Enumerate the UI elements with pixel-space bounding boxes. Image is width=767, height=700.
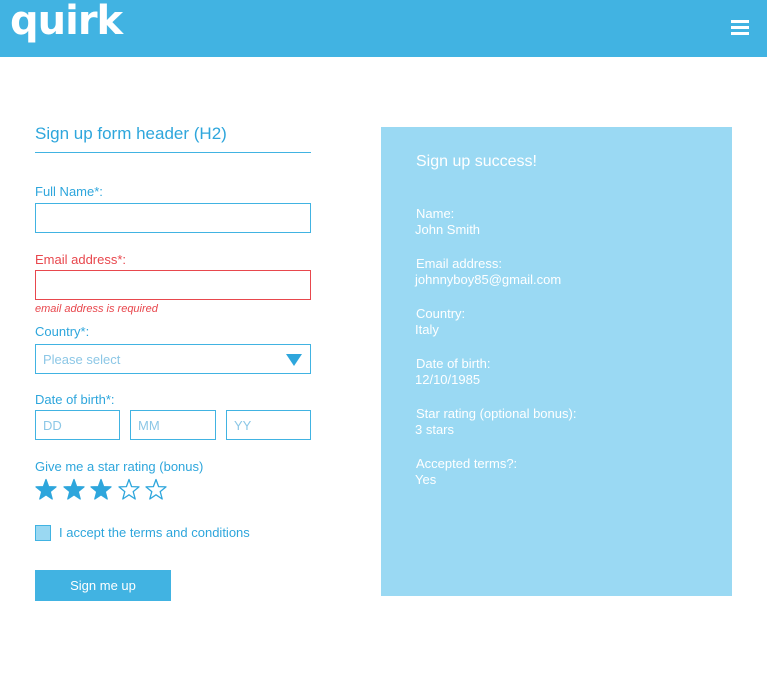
success-country-value: Italy	[415, 322, 439, 337]
country-select-value: Please select	[43, 352, 121, 367]
quirk-logo[interactable]: quirk	[10, 0, 123, 44]
dob-month-input[interactable]	[130, 410, 216, 440]
email-label: Email address*:	[35, 252, 127, 267]
hamburger-menu-icon[interactable]	[731, 20, 749, 36]
star-filled-icon[interactable]	[34, 478, 58, 502]
dropdown-arrow-icon	[286, 354, 302, 366]
success-country-label: Country:	[416, 306, 466, 321]
success-panel: Sign up success! Name: John Smith Email …	[381, 127, 732, 596]
dob-label: Date of birth*:	[35, 392, 115, 407]
success-title: Sign up success!	[416, 153, 537, 170]
success-email-label: Email address:	[416, 256, 502, 271]
star-filled-icon[interactable]	[89, 478, 113, 502]
sign-up-button[interactable]: Sign me up	[35, 570, 171, 601]
success-dob-label: Date of birth:	[416, 356, 491, 371]
success-rating-value: 3 stars	[415, 422, 455, 437]
success-terms-value: Yes	[415, 472, 437, 487]
dob-day-input[interactable]	[35, 410, 120, 440]
success-rating-label: Star rating (optional bonus):	[416, 406, 577, 421]
terms-label[interactable]: I accept the terms and conditions	[59, 525, 250, 540]
email-error-message: email address is required	[35, 303, 158, 315]
country-label: Country*:	[35, 324, 90, 339]
star-filled-icon[interactable]	[62, 478, 86, 502]
rating-label: Give me a star rating (bonus)	[35, 459, 204, 474]
country-select[interactable]: Please select	[35, 344, 311, 374]
success-name-value: John Smith	[415, 222, 481, 237]
top-bar: quirk	[0, 0, 767, 57]
form-title: Sign up form header (H2)	[35, 124, 311, 153]
star-empty-icon[interactable]	[144, 478, 168, 502]
terms-checkbox[interactable]	[35, 525, 51, 541]
star-empty-icon[interactable]	[117, 478, 141, 502]
success-dob-value: 12/10/1985	[415, 372, 481, 387]
success-terms-label: Accepted terms?:	[416, 456, 518, 471]
success-email-value: johnnyboy85@gmail.com	[415, 272, 562, 287]
full-name-input[interactable]	[35, 203, 311, 233]
email-input[interactable]	[35, 270, 311, 300]
success-name-label: Name:	[416, 206, 455, 221]
full-name-label: Full Name*:	[35, 184, 103, 199]
dob-year-input[interactable]	[226, 410, 311, 440]
